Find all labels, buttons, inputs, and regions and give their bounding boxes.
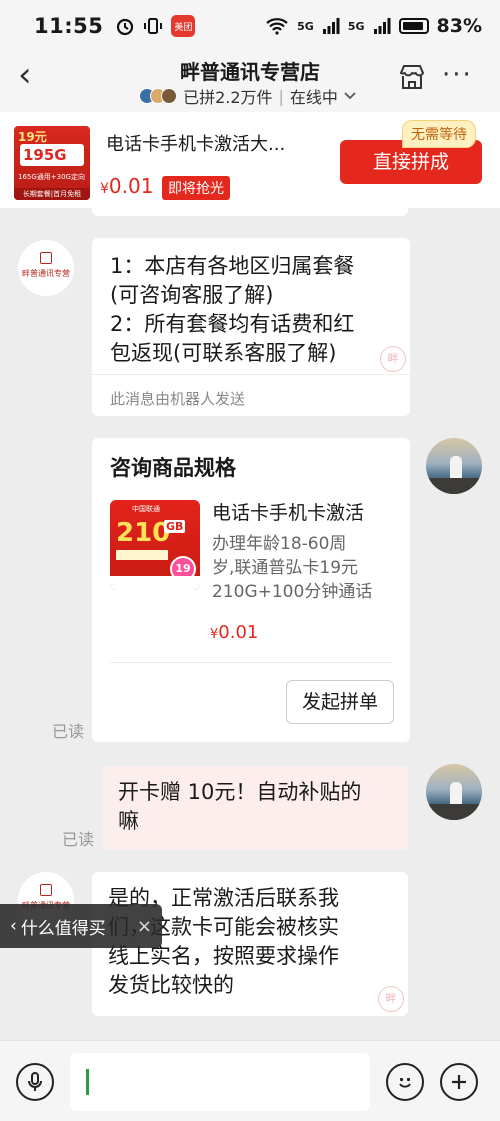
shop-avatar[interactable]: 畔普通讯专营	[18, 240, 74, 296]
text-cursor	[86, 1069, 89, 1095]
alarm-icon	[117, 18, 134, 36]
smiley-icon	[399, 1077, 411, 1088]
network-type-1: 5G	[297, 19, 314, 33]
emoji-button[interactable]	[386, 1063, 424, 1101]
microphone-icon	[28, 1072, 42, 1091]
user-message-bubble: 开卡赠 10元！自动补贴的 嘛	[102, 766, 408, 850]
signal-icon	[322, 18, 340, 34]
shop-watermark-icon: 畔	[378, 986, 404, 1012]
product-card-price: ¥0.01	[210, 622, 258, 643]
add-more-button[interactable]	[440, 1063, 478, 1101]
product-price: ¥0.01	[100, 174, 153, 198]
thumb-data-label: 195G	[20, 144, 84, 166]
card-image-gb-unit: GB	[164, 520, 186, 533]
product-card-name[interactable]: 电话卡手机卡激活	[212, 498, 364, 525]
meituan-app-icon: 美团	[171, 15, 196, 37]
chat-header: ‹ 畔普通讯专营店 已拼2.2万件 | 在线中 ···	[0, 52, 500, 112]
plus-icon	[452, 1075, 466, 1089]
chevron-left-icon[interactable]: ‹	[10, 916, 17, 936]
bot-message-bubble: 1：本店有各地区归属套餐 (可咨询客服了解) 2：所有套餐均有话费和红 包返现(…	[92, 238, 410, 416]
product-thumbnail[interactable]: 19元 195G 165G通用+30G定向 长期套餐|首月免租	[14, 126, 90, 200]
battery-icon	[398, 18, 429, 34]
user-message-line: 嘛	[118, 809, 139, 833]
divider	[110, 662, 392, 663]
thumb-data-detail: 165G通用+30G定向	[18, 173, 85, 181]
product-card[interactable]: 咨询商品规格 中国联通 210 GB 19 电话卡手机卡激活 办理年龄18-60…	[92, 438, 410, 742]
buyer-avatars	[139, 88, 178, 104]
start-group-buy-button[interactable]: 发起拼单	[286, 680, 394, 724]
product-name[interactable]: 电话卡手机卡激活大...	[106, 130, 285, 156]
product-card-title: 咨询商品规格	[110, 456, 236, 480]
bot-message-line: 1：本店有各地区归属套餐	[110, 254, 355, 278]
vibrate-icon	[144, 18, 163, 34]
chevron-down-icon[interactable]	[344, 91, 356, 101]
user-message-text: 开卡赠 10元！自动补贴的 嘛	[118, 778, 361, 836]
close-icon[interactable]: ×	[137, 916, 152, 937]
card-image-gb: 210	[116, 518, 171, 548]
promo-badge: 即将抢光	[162, 176, 230, 200]
input-bar	[0, 1040, 500, 1121]
bot-message-line: 包返现(可联系客服了解)	[110, 341, 337, 365]
product-card-image[interactable]: 中国联通 210 GB 19	[110, 500, 200, 590]
shop-watermark-icon: 畔	[380, 346, 406, 372]
wifi-icon	[266, 18, 288, 35]
shop-avatar-text: 畔普通讯专营	[22, 269, 70, 278]
shop-reply-line: 发货比较快的	[108, 973, 234, 997]
seal-icon	[40, 252, 52, 264]
more-options-icon[interactable]: ···	[442, 60, 473, 90]
product-bar[interactable]: 19元 195G 165G通用+30G定向 长期套餐|首月免租 电话卡手机卡激活…	[0, 112, 500, 208]
bot-message-text: 1：本店有各地区归属套餐 (可咨询客服了解) 2：所有套餐均有话费和红 包返现(…	[110, 252, 354, 368]
product-card-description: 办理年龄18-60周 岁,联通普弘卡19元 210G+100分钟通话	[212, 532, 392, 604]
battery-percentage: 83%	[436, 15, 482, 37]
price-symbol: ¥	[100, 181, 109, 197]
card-image-detail-strip	[116, 550, 168, 560]
price-value: 0.01	[108, 174, 154, 198]
desc-line: 210G+100分钟通话	[212, 582, 373, 602]
read-receipt: 已读	[52, 722, 85, 741]
thumb-footer: 长期套餐|首月免租	[14, 188, 90, 200]
bot-message-line: (可咨询客服了解)	[110, 283, 274, 307]
return-to-app-pill[interactable]: ‹ 什么值得买 ×	[0, 904, 162, 948]
group-buy-count: 已拼2.2万件	[183, 88, 273, 107]
seal-icon	[40, 884, 52, 896]
thumb-price-label: 19元	[18, 130, 47, 144]
desc-line: 办理年龄18-60周	[212, 534, 347, 554]
robot-note: 此消息由机器人发送	[110, 390, 246, 408]
voice-input-button[interactable]	[16, 1063, 54, 1101]
price-value: 0.01	[218, 622, 259, 643]
desc-line: 岁,联通普弘卡19元	[212, 558, 359, 578]
signal-icon	[373, 18, 391, 34]
status-bar: 11:55 美团 5G 5G 83%	[0, 0, 500, 52]
no-wait-tag: 无需等待	[402, 120, 476, 148]
bot-message-line: 2：所有套餐均有话费和红	[110, 312, 355, 336]
clock: 11:55	[34, 14, 104, 38]
card-image-footer	[110, 576, 200, 590]
online-status[interactable]: 在线中	[290, 84, 338, 108]
divider	[92, 374, 410, 375]
user-avatar[interactable]	[426, 438, 482, 494]
separator: |	[278, 86, 284, 106]
network-type-2: 5G	[347, 19, 365, 33]
store-icon[interactable]	[398, 64, 426, 90]
previous-message-bubble	[92, 208, 408, 216]
return-app-label[interactable]: 什么值得买	[21, 914, 106, 939]
user-message-line: 开卡赠 10元！自动补贴的	[118, 780, 362, 804]
read-receipt: 已读	[62, 830, 95, 849]
message-input[interactable]	[70, 1053, 370, 1111]
unicom-logo: 中国联通	[132, 505, 160, 513]
user-avatar[interactable]	[426, 764, 482, 820]
